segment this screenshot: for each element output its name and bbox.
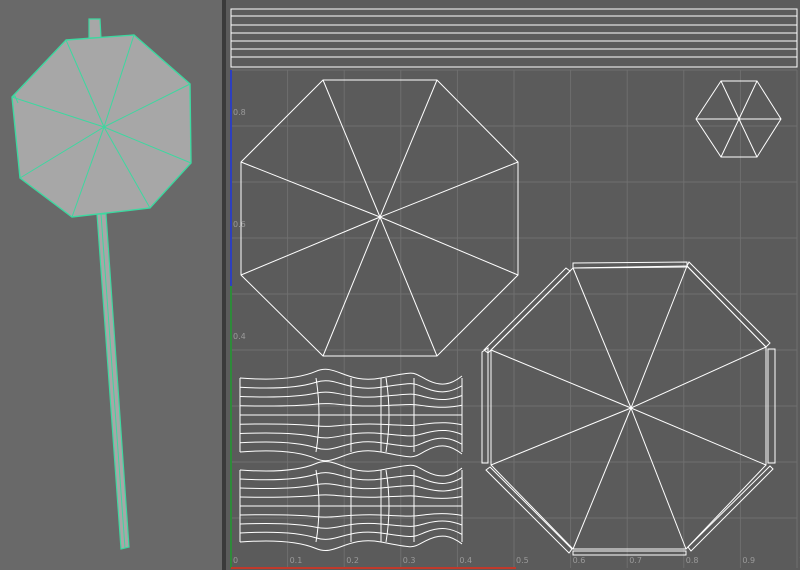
v-tick-label: 0.4 <box>233 332 246 341</box>
octagon-spoke <box>572 407 632 550</box>
uv-shell-octagon-front[interactable] <box>240 79 519 357</box>
bevel-strip <box>572 261 688 269</box>
u-tick-label: 0.2 <box>346 556 359 565</box>
uv-shell-octagon-back[interactable] <box>481 261 776 556</box>
bevel-strip <box>485 466 573 554</box>
uv-editor[interactable]: 00.10.20.30.40.50.60.70.80.910.80.60.4 <box>226 0 800 570</box>
u-tick-label: 0.1 <box>290 556 303 565</box>
v-tick-label: 0.6 <box>233 220 246 229</box>
sign-head-mesh[interactable] <box>11 34 192 218</box>
hexagon-spoke <box>720 118 740 158</box>
octagon-spoke <box>240 216 381 276</box>
octagon-spoke <box>240 161 381 218</box>
uv-canvas[interactable]: 00.10.20.30.40.50.60.70.80.910.80.60.4 <box>226 0 800 570</box>
bevel-strip <box>483 267 571 354</box>
u-tick-label: 0.7 <box>629 556 642 565</box>
octagon-spoke <box>572 267 632 409</box>
u-tick-label: 0.5 <box>516 556 529 565</box>
pole-edge <box>100 213 126 549</box>
octagon-spoke <box>490 349 632 409</box>
uv-shell-strip-upper[interactable] <box>239 368 463 462</box>
mesh-view[interactable] <box>0 0 222 570</box>
u-tick-label: 0.6 <box>573 556 586 565</box>
hexagon-spoke <box>738 80 758 120</box>
octagon-spoke <box>379 79 438 218</box>
pole-top-mesh[interactable] <box>88 18 102 39</box>
uv-shell-strip-lower[interactable] <box>239 461 463 551</box>
u-tick-label: 0.8 <box>686 556 699 565</box>
uv-tick-labels: 00.10.20.30.40.50.60.70.80.910.80.60.4 <box>233 108 800 565</box>
hexagon-spoke <box>720 80 740 120</box>
u-tick-label: 0.4 <box>459 556 472 565</box>
octagon-spoke <box>322 79 381 218</box>
u-tick-label: 0.3 <box>403 556 416 565</box>
octagon-spoke <box>630 407 687 550</box>
octagon-spoke <box>630 407 767 466</box>
v-tick-label: 0.8 <box>233 108 246 117</box>
uv-shell-stripes[interactable] <box>230 8 798 68</box>
bevel-strip <box>687 465 774 552</box>
3d-viewport[interactable] <box>0 0 222 570</box>
bevel-strip <box>686 261 771 348</box>
bevel-strip <box>572 550 687 556</box>
octagon-spoke <box>490 407 632 466</box>
uv-shell-hexagon-cap[interactable] <box>695 80 782 158</box>
u-tick-label: 0.9 <box>742 556 755 565</box>
hexagon-spoke <box>738 118 758 158</box>
u-tick-label: 0 <box>233 556 238 565</box>
